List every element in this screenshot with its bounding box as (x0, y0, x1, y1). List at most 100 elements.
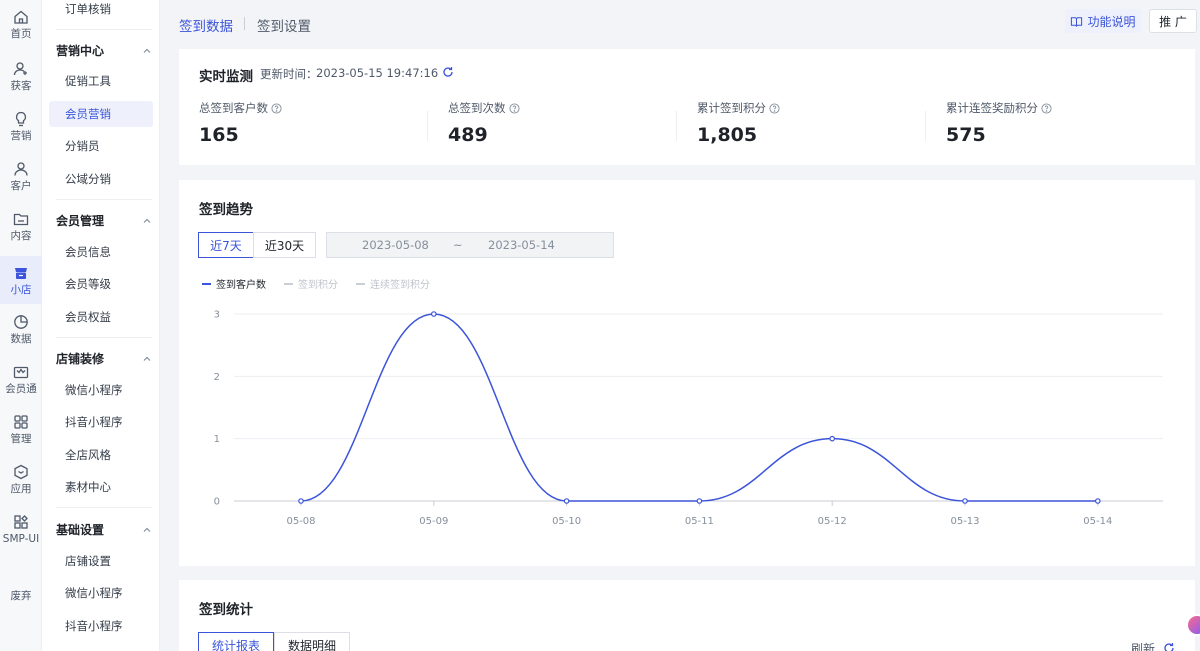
x-tick-label: 05-09 (419, 516, 448, 527)
grid-icon (14, 414, 28, 429)
rail-item-smp-ui[interactable]: SMP-UI (0, 505, 42, 553)
promote-button[interactable]: 推 广 (1149, 9, 1197, 33)
update-time-value: 2023-05-15 19:47:16 (316, 66, 439, 80)
tab-checkin-data[interactable]: 签到数据 (179, 15, 233, 35)
rail-label: 客户 (10, 179, 32, 192)
chevron-up-icon (143, 527, 151, 532)
menu-item-douyin-mini-settings[interactable]: 抖音小程序 (49, 613, 153, 639)
y-tick-label: 2 (214, 372, 220, 383)
metric-total-checkins: 总签到次数 489 (448, 100, 678, 146)
rail-label: 会员通 (5, 382, 37, 395)
menu-group-basic-settings[interactable]: 基础设置 (56, 521, 152, 538)
menu-item-wechat-mini[interactable]: 微信小程序 (49, 377, 153, 403)
rail-item-shop[interactable]: 小店 (0, 256, 42, 304)
menu-divider (56, 199, 152, 200)
rail-label: 应用 (10, 482, 32, 495)
menu-item-public-distribution[interactable]: 公域分销 (49, 166, 153, 192)
y-tick-label: 0 (214, 497, 220, 508)
menu-group-member[interactable]: 会员管理 (56, 212, 152, 229)
metric-label: 累计签到积分 (697, 101, 766, 115)
stats-title: 签到统计 (199, 602, 253, 618)
rail-label: 数据 (10, 332, 32, 345)
metric-divider (925, 111, 926, 141)
metric-divider (427, 111, 428, 141)
menu-divider (56, 337, 152, 338)
menu-item-member-level[interactable]: 会员等级 (49, 271, 153, 297)
x-tick-label: 05-08 (286, 516, 315, 527)
realtime-monitor-card: 实时监测 更新时间： 2023-05-15 19:47:16 总签到客户数 16… (179, 49, 1195, 165)
tab-data-detail[interactable]: 数据明细 (274, 632, 351, 651)
rail-item-data[interactable]: 数据 (0, 305, 42, 353)
menu-item-store-settings[interactable]: 店铺设置 (49, 548, 153, 574)
menu-item-store-style[interactable]: 全店风格 (49, 442, 153, 468)
metric-value: 165 (199, 124, 239, 146)
rail-item-customer[interactable]: 客户 (0, 152, 42, 200)
metric-value: 575 (946, 124, 986, 146)
metric-label: 总签到次数 (448, 101, 506, 115)
menu-item-member-info[interactable]: 会员信息 (49, 239, 153, 265)
components-icon (14, 514, 28, 529)
rail-label: 管理 (10, 432, 32, 445)
metric-streak-points: 累计连签奖励积分 575 (946, 100, 1176, 146)
series-line (300, 313, 1098, 502)
crown-icon (13, 366, 29, 378)
rail-label: 营销 (10, 129, 32, 142)
rail-label: 首页 (10, 27, 32, 40)
refresh-icon[interactable] (442, 66, 454, 78)
metric-total-points: 累计签到积分 1,805 (697, 100, 927, 146)
shop-icon (15, 267, 27, 279)
menu-item-douyin-mini[interactable]: 抖音小程序 (49, 409, 153, 435)
rail-label: 小店 (10, 283, 32, 296)
rail-item-manage[interactable]: 管理 (0, 405, 42, 453)
x-tick-label: 05-14 (1083, 516, 1112, 527)
rail-item-content[interactable]: 内容 (0, 202, 42, 250)
user-add-icon (13, 61, 27, 75)
tab-divider (244, 17, 245, 30)
menu-divider (56, 507, 152, 508)
tab-checkin-settings[interactable]: 签到设置 (257, 15, 311, 35)
help-button[interactable]: 功能说明 (1065, 9, 1141, 33)
tab-stats-report[interactable]: 统计报表 (198, 632, 275, 651)
menu-divider (56, 29, 152, 30)
menu-item-order-verify[interactable]: 订单核销 (49, 0, 153, 22)
menu-group-title: 会员管理 (56, 214, 105, 228)
monitor-title: 实时监测 (199, 69, 253, 85)
bulb-icon (15, 111, 27, 126)
y-tick-label: 1 (214, 434, 220, 445)
help-circle-icon[interactable] (508, 102, 520, 114)
help-circle-icon[interactable] (271, 102, 282, 114)
help-button-label: 功能说明 (1087, 14, 1136, 29)
rail-item-home[interactable]: 首页 (0, 0, 42, 48)
menu-group-decoration[interactable]: 店铺装修 (56, 350, 152, 367)
metric-divider (676, 111, 677, 141)
menu-item-wechat-mini-settings[interactable]: 微信小程序 (49, 580, 153, 606)
rail-item-member[interactable]: 会员通 (0, 355, 42, 403)
menu-item-member-marketing[interactable]: 会员营销 (49, 101, 153, 127)
rail-item-marketing[interactable]: 营销 (0, 102, 42, 150)
menu-item-member-rights[interactable]: 会员权益 (49, 304, 153, 330)
menu-item-promo-tools[interactable]: 促销工具 (49, 68, 153, 94)
folder-icon (13, 213, 29, 225)
menu-item-material-center[interactable]: 素材中心 (49, 474, 153, 500)
refresh-icon[interactable] (1163, 642, 1175, 651)
menu-item-distributor[interactable]: 分销员 (49, 133, 153, 159)
x-tick-label: 05-10 (552, 516, 581, 527)
menu-group-marketing[interactable]: 营销中心 (56, 42, 152, 59)
rail-item-apps[interactable]: 应用 (0, 455, 42, 503)
help-circle-icon[interactable] (1041, 102, 1052, 114)
x-tick-label: 05-13 (950, 516, 979, 527)
data-point (563, 498, 570, 504)
data-point (1094, 498, 1101, 504)
help-circle-icon[interactable] (769, 102, 780, 114)
data-point (696, 498, 703, 504)
icon-rail: 首页 获客 营销 客户 内容 小店 数据 会员通 管理 应用 SMP-UI 废弃 (0, 0, 42, 651)
rail-item-deprecated[interactable]: 废弃 (0, 572, 42, 620)
trend-line-chart: 0 1 2 3 05-08 05-09 05-10 05-11 05-12 05-13 05-14 (214, 310, 1163, 527)
rail-item-acquire[interactable]: 获客 (0, 52, 42, 100)
refresh-link[interactable]: 刷新 (1131, 640, 1155, 651)
checkin-stats-card: 签到统计 统计报表 数据明细 刷新 (179, 580, 1195, 651)
data-point (298, 498, 304, 504)
update-time-label: 更新时间： (260, 67, 318, 81)
chevron-up-icon (143, 48, 151, 53)
metric-total-customers: 总签到客户数 165 (199, 100, 429, 146)
